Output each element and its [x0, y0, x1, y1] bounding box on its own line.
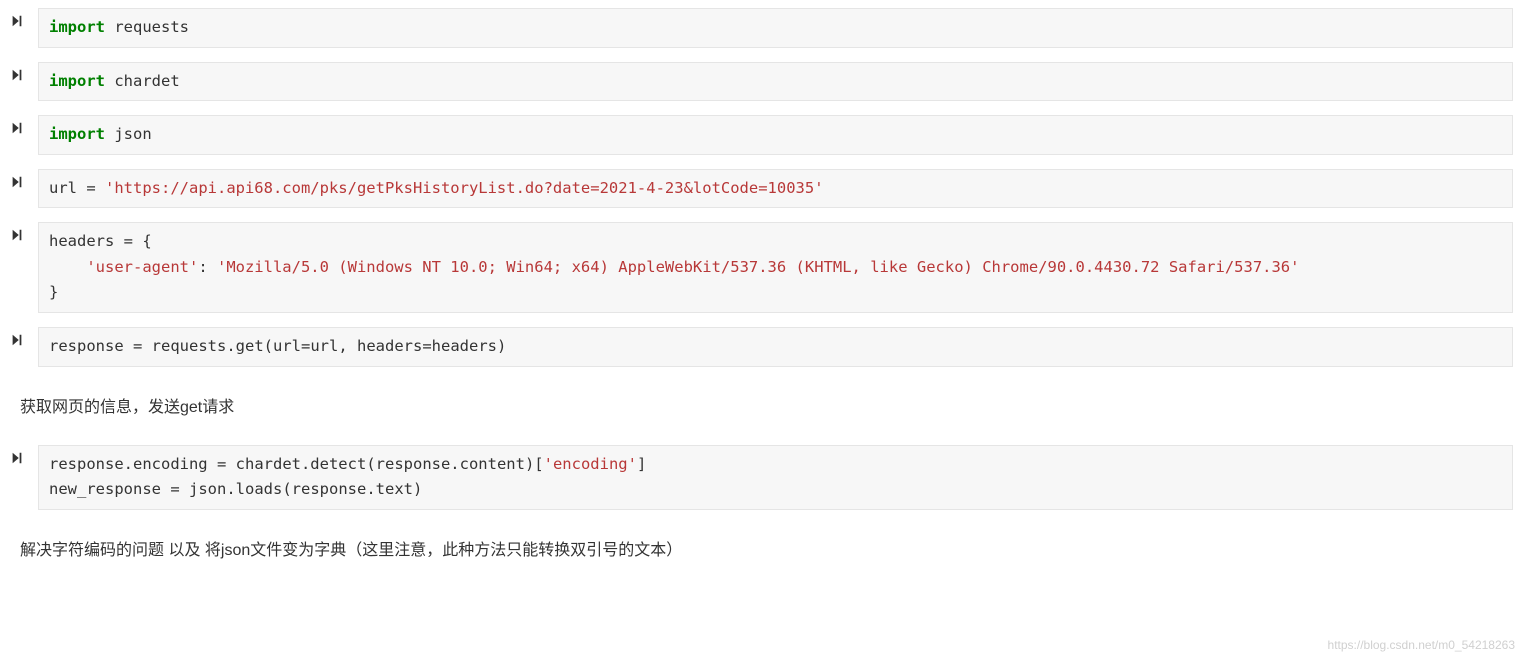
code-token: ) — [497, 337, 506, 355]
code-cell: import requests — [10, 8, 1513, 48]
code-token: = — [133, 337, 152, 355]
run-cell-icon[interactable] — [10, 62, 28, 87]
code-cell: import json — [10, 115, 1513, 155]
code-token: )[ — [525, 455, 544, 473]
run-cell-icon[interactable] — [10, 327, 28, 352]
code-token: json — [114, 125, 151, 143]
code-token: ( — [282, 480, 291, 498]
code-token: response — [49, 337, 133, 355]
code-input[interactable]: response.encoding = chardet.detect(respo… — [38, 445, 1513, 510]
code-token: requests.get — [152, 337, 264, 355]
code-token: 'encoding' — [544, 455, 637, 473]
run-cell-icon[interactable] — [10, 169, 28, 194]
code-cell: response = requests.get(url=url, headers… — [10, 327, 1513, 367]
code-token: url — [273, 337, 301, 355]
code-token: json.loads — [189, 480, 282, 498]
code-token — [49, 258, 86, 276]
code-cell: import chardet — [10, 62, 1513, 102]
code-token: = — [170, 480, 189, 498]
code-token: = { — [124, 232, 152, 250]
code-token: : — [198, 258, 217, 276]
code-token: ( — [366, 455, 375, 473]
code-token: 'https://api.api68.com/pks/getPksHistory… — [105, 179, 824, 197]
code-token: response.content — [376, 455, 525, 473]
code-token: url, headers — [310, 337, 422, 355]
markdown-text: 获取网页的信息，发送get请求 — [20, 393, 1513, 417]
code-token: ( — [264, 337, 273, 355]
code-token: ] — [637, 455, 646, 473]
code-token: = — [301, 337, 310, 355]
code-token: headers — [49, 232, 124, 250]
code-input[interactable]: import requests — [38, 8, 1513, 48]
code-token: 'Mozilla/5.0 (Windows NT 10.0; Win64; x6… — [217, 258, 1300, 276]
run-cell-icon[interactable] — [10, 222, 28, 247]
code-input[interactable]: response = requests.get(url=url, headers… — [38, 327, 1513, 367]
code-cell: response.encoding = chardet.detect(respo… — [10, 445, 1513, 510]
code-token: chardet — [114, 72, 179, 90]
code-cell: url = 'https://api.api68.com/pks/getPksH… — [10, 169, 1513, 209]
code-token: requests — [114, 18, 189, 36]
run-cell-icon[interactable] — [10, 8, 28, 33]
code-token: = — [217, 455, 236, 473]
run-cell-icon[interactable] — [10, 115, 28, 140]
code-token: import — [49, 18, 114, 36]
markdown-text: 解决字符编码的问题 以及 将json文件变为字典（这里注意，此种方法只能转换双引… — [20, 536, 1513, 560]
code-input[interactable]: url = 'https://api.api68.com/pks/getPksH… — [38, 169, 1513, 209]
code-token: headers — [432, 337, 497, 355]
code-token: response.encoding — [49, 455, 217, 473]
run-cell-icon[interactable] — [10, 445, 28, 470]
code-token: import — [49, 72, 114, 90]
code-token: response.text — [292, 480, 413, 498]
code-token: import — [49, 125, 114, 143]
code-token: chardet.detect — [236, 455, 367, 473]
code-token: = — [422, 337, 431, 355]
code-token: url — [49, 179, 86, 197]
code-token: ) — [413, 480, 422, 498]
code-token: } — [49, 283, 58, 301]
code-cell: headers = { 'user-agent': 'Mozilla/5.0 (… — [10, 222, 1513, 313]
code-input[interactable]: import chardet — [38, 62, 1513, 102]
code-input[interactable]: import json — [38, 115, 1513, 155]
code-token: 'user-agent' — [86, 258, 198, 276]
code-token: = — [86, 179, 105, 197]
watermark-text: https://blog.csdn.net/m0_54218263 — [1328, 638, 1515, 652]
code-input[interactable]: headers = { 'user-agent': 'Mozilla/5.0 (… — [38, 222, 1513, 313]
code-token: new_response — [49, 480, 170, 498]
